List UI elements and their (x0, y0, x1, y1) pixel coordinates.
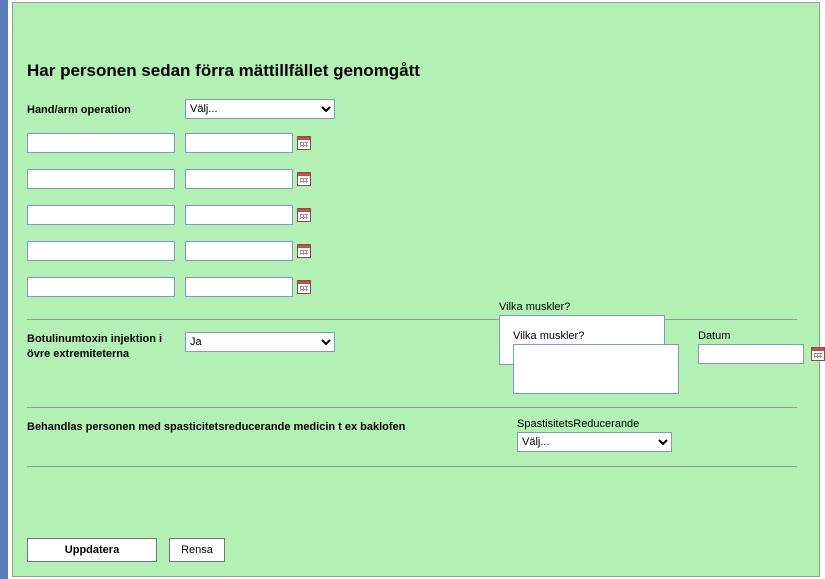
form-panel: Har personen sedan förra mättillfället g… (12, 2, 820, 577)
calendar-icon[interactable] (297, 244, 311, 258)
divider (27, 319, 797, 320)
clear-button[interactable]: Rensa (169, 538, 225, 562)
spasticity-label: Behandlas personen med spasticitetsreduc… (27, 418, 517, 435)
calendar-icon[interactable] (297, 280, 311, 294)
botulinum-select[interactable]: Ja (185, 332, 335, 352)
divider (27, 407, 797, 408)
date-pair-row (27, 205, 797, 225)
date-pair-b-input[interactable] (185, 277, 293, 297)
botulinum-row: Botulinumtoxin injektion i övre extremit… (27, 330, 797, 397)
botulinum-date-input[interactable] (698, 344, 804, 364)
window: Har personen sedan förra mättillfället g… (0, 0, 825, 579)
muscles-label-1: Vilka muskler? (499, 301, 665, 313)
update-button[interactable]: Uppdatera (27, 538, 157, 562)
spasticity-select[interactable]: Välj... (517, 432, 672, 452)
spasticity-row: Behandlas personen med spasticitetsreduc… (27, 418, 797, 452)
botulinum-date-label: Datum (698, 330, 825, 342)
date-pair-b-input[interactable] (185, 133, 293, 153)
hand-arm-select[interactable]: Välj... (185, 99, 335, 119)
date-pair-a-input[interactable] (27, 277, 175, 297)
date-pair-b-input[interactable] (185, 205, 293, 225)
botulinum-select-wrap: Ja (185, 330, 365, 352)
date-pair-b-input[interactable] (185, 169, 293, 189)
date-pair-row (27, 277, 797, 297)
hand-arm-row: Hand/arm operation Välj... (27, 99, 797, 119)
spasticity-select-block: SpastisitetsReducerande Välj... (517, 418, 672, 452)
spasticity-sub-label: SpastisitetsReducerande (517, 418, 672, 430)
botulinum-label: Botulinumtoxin injektion i övre extremit… (27, 330, 185, 362)
calendar-icon[interactable] (811, 347, 825, 361)
calendar-icon[interactable] (297, 172, 311, 186)
date-pair-a-input[interactable] (27, 133, 175, 153)
page-title: Har personen sedan förra mättillfället g… (27, 61, 797, 81)
date-pair-row (27, 133, 797, 153)
date-pair-row (27, 169, 797, 189)
date-pair-row (27, 241, 797, 261)
date-pair-a-input[interactable] (27, 241, 175, 261)
botulinum-muscles-block: Vilka muskler? (513, 330, 688, 397)
button-bar: Uppdatera Rensa (27, 538, 225, 562)
divider (27, 466, 797, 467)
date-pair-a-input[interactable] (27, 169, 175, 189)
botulinum-muscles-textarea[interactable] (513, 344, 679, 394)
botulinum-date-block: Datum (698, 330, 825, 364)
hand-arm-select-wrap: Välj... (185, 99, 335, 119)
date-pair-b-input[interactable] (185, 241, 293, 261)
calendar-icon[interactable] (297, 208, 311, 222)
date-pairs-section (27, 133, 797, 297)
left-accent-bar (0, 0, 8, 579)
calendar-icon[interactable] (297, 136, 311, 150)
botulinum-muscles-label: Vilka muskler? (513, 330, 688, 342)
hand-arm-label: Hand/arm operation (27, 99, 185, 118)
date-pair-a-input[interactable] (27, 205, 175, 225)
